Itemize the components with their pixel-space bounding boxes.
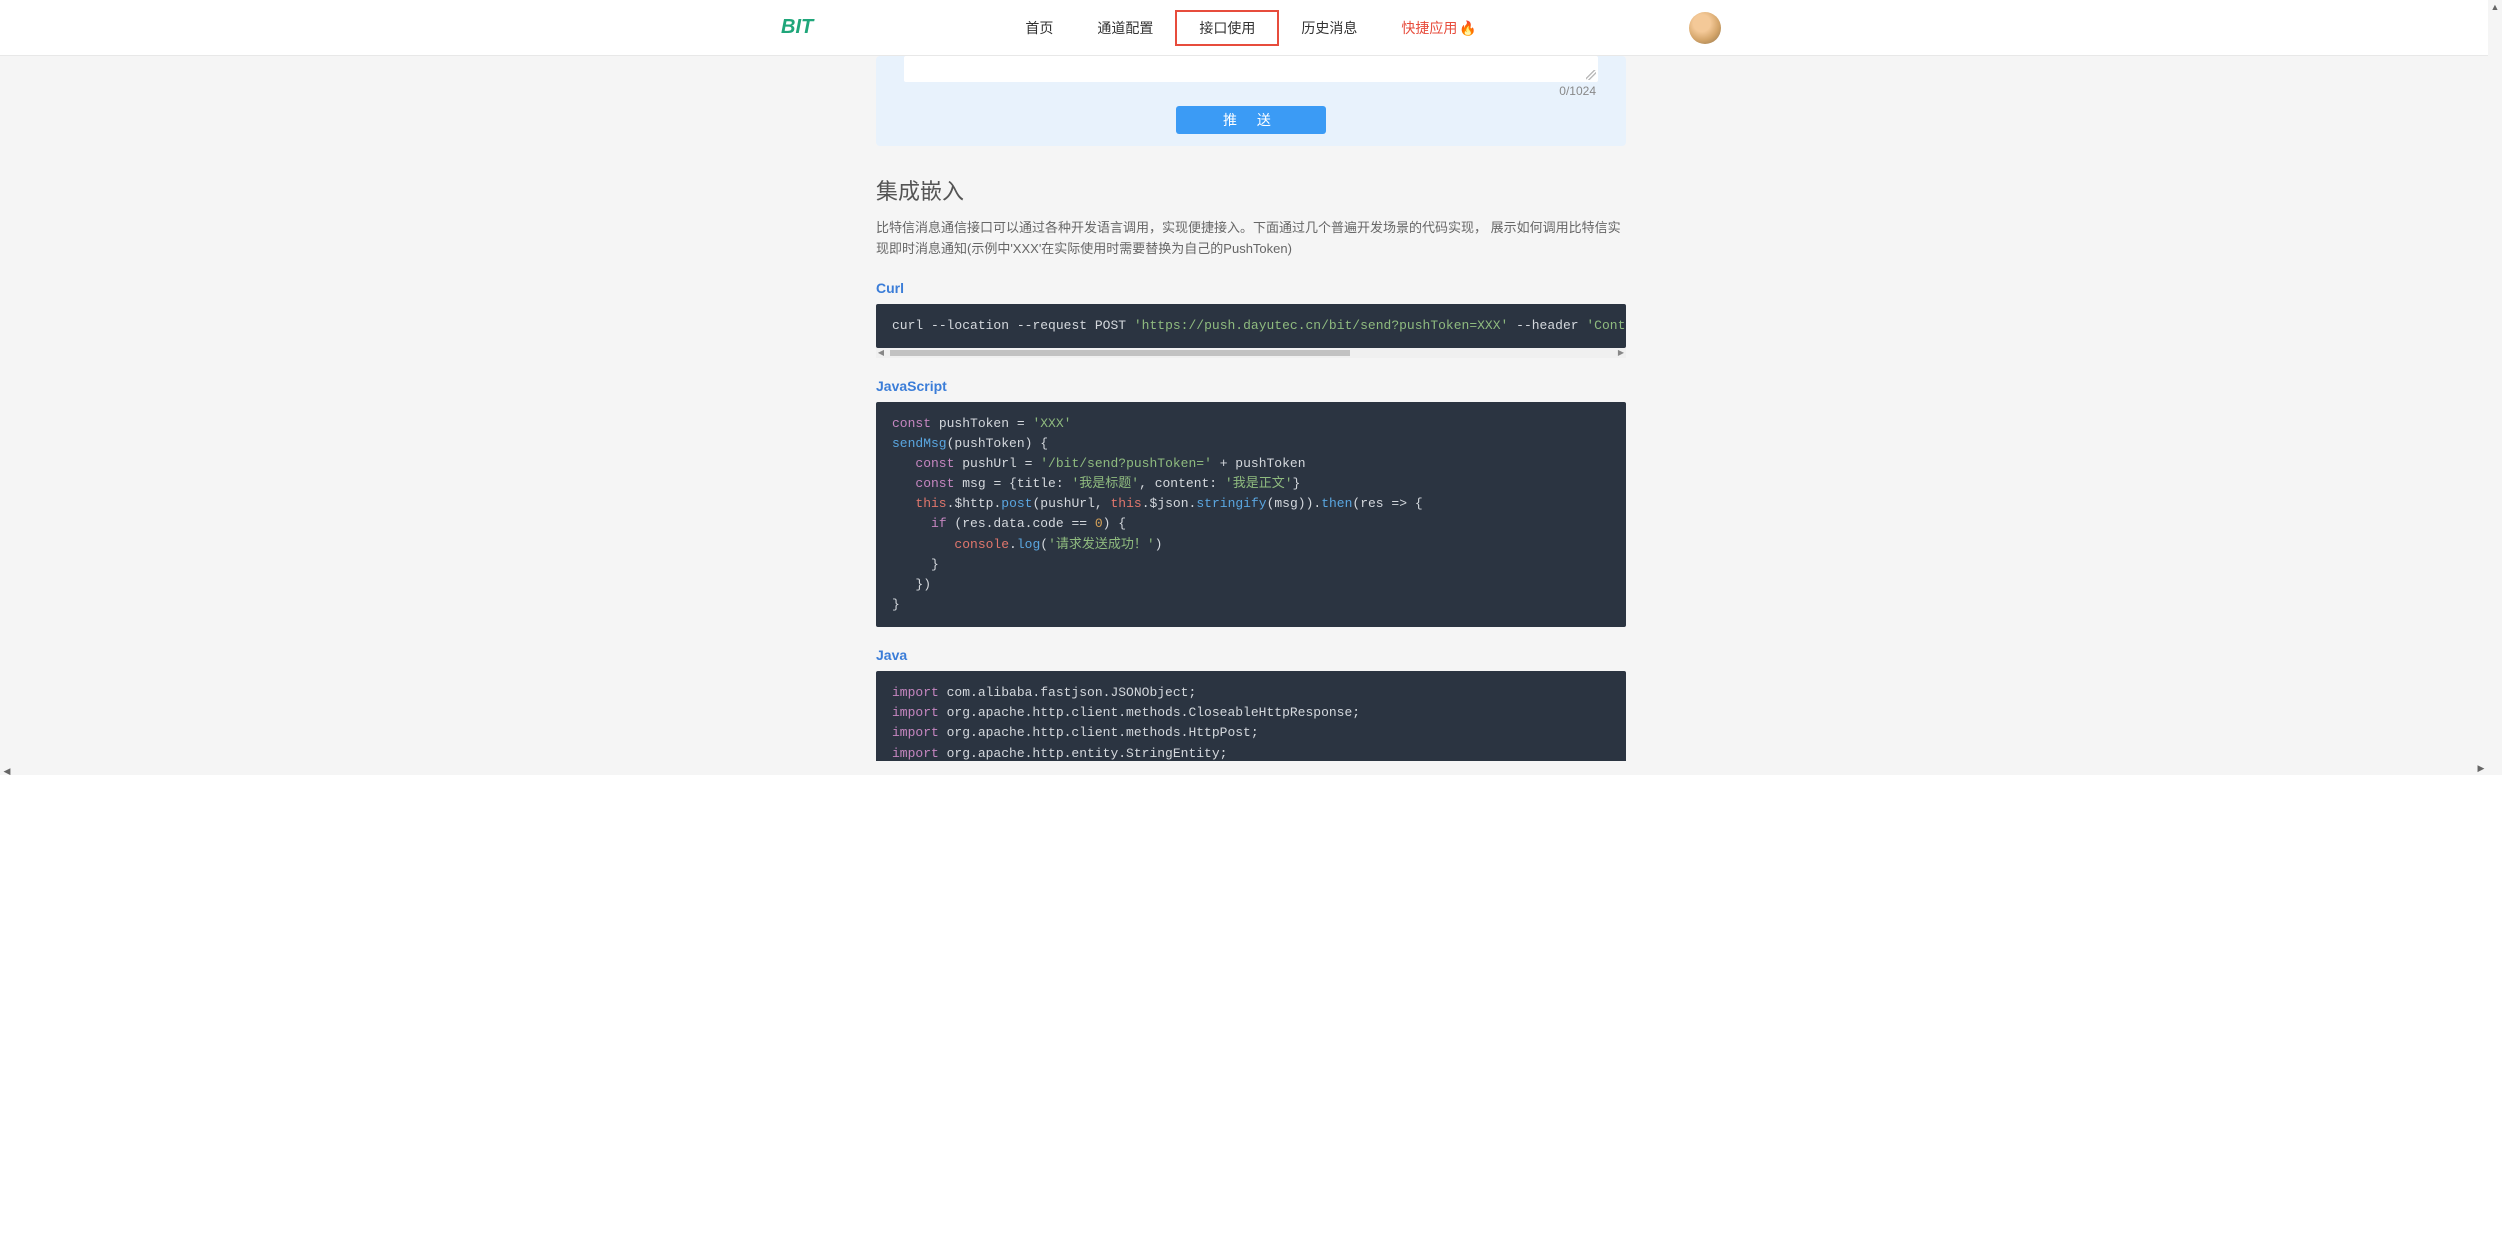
code-block-java[interactable]: import com.alibaba.fastjson.JSONObject; …	[876, 671, 1626, 775]
scroll-right-icon[interactable]: ▶	[2474, 761, 2488, 775]
code-label-java: Java	[876, 647, 1626, 663]
avatar[interactable]	[1689, 12, 1721, 44]
nav-item-3[interactable]: 历史消息	[1279, 0, 1379, 56]
page-horizontal-scrollbar[interactable]: ◀ ▶	[0, 761, 2488, 775]
section-desc: 比特信消息通信接口可以通过各种开发语言调用，实现便捷接入。下面通过几个普遍开发场…	[876, 218, 1626, 260]
message-textarea[interactable]	[904, 56, 1598, 82]
nav-item-4[interactable]: 快捷应用🔥	[1379, 0, 1498, 56]
content-area: 0/1024 推 送 集成嵌入 比特信消息通信接口可以通过各种开发语言调用，实现…	[0, 56, 2502, 775]
section-title: 集成嵌入	[876, 174, 1626, 206]
logo[interactable]: BIT	[781, 16, 813, 39]
code-label-curl: Curl	[876, 280, 1626, 296]
scroll-left-icon[interactable]: ◀	[876, 348, 886, 358]
page-vertical-scrollbar[interactable]: ▲	[2488, 0, 2502, 775]
char-count: 0/1024	[876, 82, 1626, 106]
fire-icon: 🔥	[1459, 20, 1476, 36]
nav-item-2[interactable]: 接口使用	[1175, 10, 1279, 46]
push-panel: 0/1024 推 送	[876, 56, 1626, 146]
code-block-curl[interactable]: curl --location --request POST 'https://…	[876, 304, 1626, 348]
code-label-js: JavaScript	[876, 378, 1626, 394]
resize-handle-icon[interactable]	[1586, 70, 1596, 80]
nav-item-1[interactable]: 通道配置	[1075, 0, 1175, 56]
nav-item-0[interactable]: 首页	[1003, 0, 1075, 56]
push-button[interactable]: 推 送	[1176, 106, 1326, 134]
nav: 首页通道配置接口使用历史消息快捷应用🔥	[1003, 0, 1498, 56]
scrollbar-thumb[interactable]	[890, 350, 1350, 356]
scroll-left-icon[interactable]: ◀	[0, 765, 14, 776]
scroll-right-icon[interactable]: ▶	[1616, 348, 1626, 358]
scroll-up-icon[interactable]: ▲	[2488, 0, 2502, 14]
horizontal-scrollbar[interactable]: ◀ ▶	[876, 348, 1626, 358]
code-block-js[interactable]: const pushToken = 'XXX' sendMsg(pushToke…	[876, 402, 1626, 627]
header: BIT 首页通道配置接口使用历史消息快捷应用🔥	[0, 0, 2502, 56]
